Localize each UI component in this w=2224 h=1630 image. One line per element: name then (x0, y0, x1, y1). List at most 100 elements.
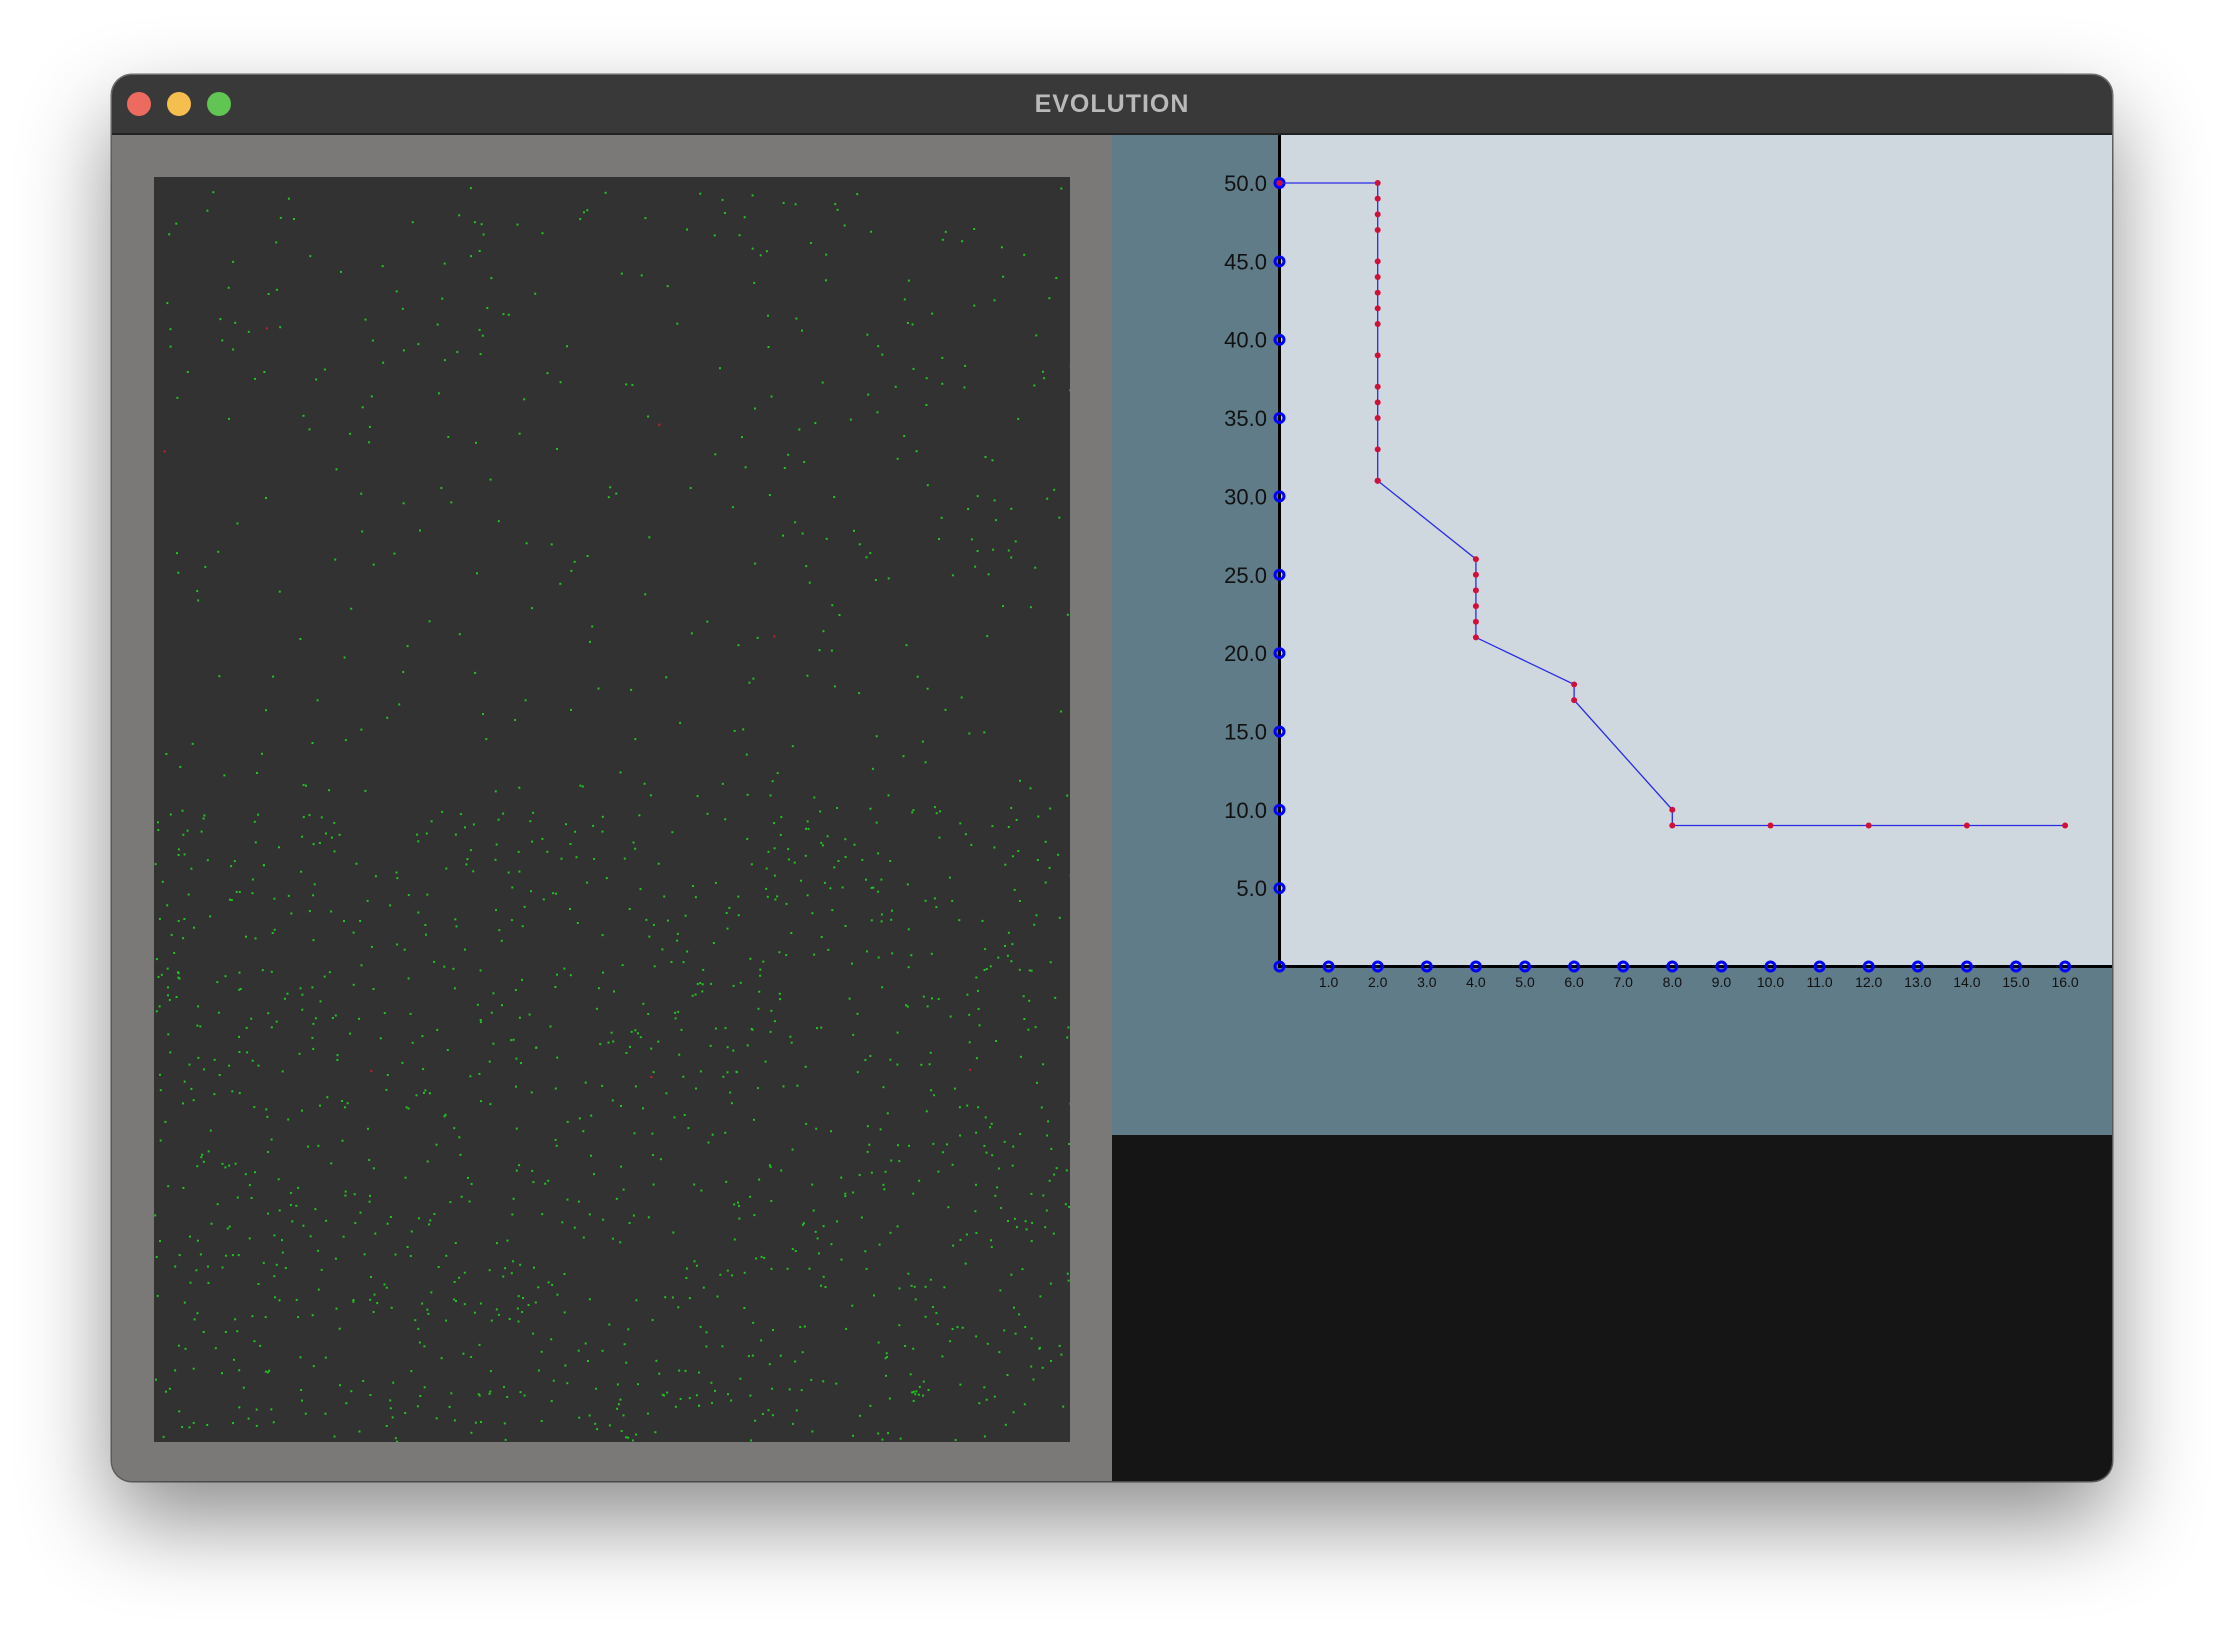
creature-dot (671, 831, 674, 834)
creature-dot (726, 927, 729, 930)
creature-dot (449, 1201, 452, 1204)
creature-dot (225, 1254, 228, 1257)
creature-dot (1024, 1326, 1027, 1328)
creature-dot (1060, 710, 1063, 713)
creature-dot (619, 1241, 622, 1244)
creature-dot (799, 1326, 802, 1329)
creature-dot (360, 492, 363, 495)
creature-dot (904, 1345, 907, 1347)
creature-dot (791, 1248, 794, 1250)
y-tick-label: 30.0 (1224, 484, 1267, 509)
creature-dot (236, 1196, 239, 1199)
creature-dot (696, 795, 699, 798)
creature-dot (234, 321, 237, 324)
creature-dot (722, 1075, 725, 1078)
creature-dot (794, 1360, 797, 1363)
creature-dot (852, 1191, 855, 1194)
creature-dot (186, 829, 189, 832)
data-point (1472, 618, 1479, 625)
y-tick-label: 5.0 (1236, 876, 1267, 901)
creature-dot (463, 1303, 466, 1306)
creature-dot (1018, 900, 1021, 902)
creature-dot (928, 1063, 931, 1066)
creature-dot (366, 899, 369, 902)
creature-dot (922, 995, 925, 998)
creature-dot (731, 1274, 734, 1277)
creature-dot (888, 1397, 891, 1400)
creature-dot (755, 1257, 758, 1260)
creature-dot (964, 364, 967, 367)
creature-dot (537, 1286, 540, 1289)
title-bar: EVOLUTION (112, 75, 2112, 135)
creature-dot (705, 1331, 708, 1334)
creature-dot (372, 988, 375, 990)
creature-dot (376, 1302, 379, 1305)
creature-dot (238, 971, 241, 974)
creature-dot (651, 1132, 654, 1135)
creature-dot (608, 1323, 611, 1326)
data-point (1472, 571, 1479, 578)
creature-dot (1013, 888, 1016, 891)
creature-dot (665, 676, 668, 679)
creature-dot (885, 1352, 888, 1355)
data-point (1767, 822, 1774, 829)
creature-dot (1048, 1179, 1051, 1182)
creature-dot (878, 1243, 881, 1246)
creature-dot (407, 977, 410, 980)
creature-dot (517, 1295, 520, 1298)
creature-dot (725, 912, 728, 914)
creature-dot (897, 1144, 899, 1147)
creature-dot (831, 909, 834, 912)
data-point (1669, 822, 1676, 829)
creature-dot (783, 467, 786, 469)
creature-dot (837, 860, 840, 862)
creature-dot (693, 1260, 696, 1263)
creature-dot (470, 1431, 473, 1434)
creature-dot (910, 1284, 913, 1287)
creature-dot (516, 1307, 519, 1310)
creature-dot (951, 1328, 954, 1330)
x-tick-label: 11.0 (1806, 974, 1832, 990)
creature-dot (338, 833, 341, 836)
creature-dot (1000, 246, 1003, 249)
creature-dot (383, 1012, 386, 1015)
creature-dot (743, 1271, 746, 1274)
creature-dot (403, 948, 406, 951)
creature-dot (648, 536, 651, 539)
creature-dot (492, 992, 495, 995)
creature-dot (445, 1319, 448, 1322)
creature-dot (197, 1056, 200, 1059)
creature-dot (592, 824, 595, 827)
creature-dot (1015, 818, 1018, 821)
creature-dot (1062, 1405, 1065, 1408)
creature-dot (967, 508, 970, 510)
creature-dot (497, 818, 500, 821)
creature-dot (319, 1000, 322, 1003)
creature-dot (836, 1220, 839, 1223)
creature-dot (924, 899, 927, 902)
creature-dot (1002, 275, 1005, 278)
creature-dot (192, 1099, 195, 1102)
creature-dot (674, 1011, 677, 1014)
creature-dot (490, 1319, 493, 1322)
creature-dot (737, 1201, 739, 1204)
creature-dot (295, 1204, 298, 1207)
creature-dot (183, 1080, 186, 1083)
creature-dot (415, 1094, 418, 1097)
creature-dot (941, 238, 944, 241)
x-tick-label: 9.0 (1712, 974, 1732, 990)
creature-dot (410, 1370, 413, 1373)
creature-dot (344, 1190, 347, 1193)
data-point (1669, 806, 1676, 813)
creature-dot (563, 1273, 566, 1275)
creature-dot (1004, 863, 1007, 866)
creature-dot (352, 983, 355, 986)
creature-dot (912, 809, 915, 812)
creature-dot (611, 1099, 614, 1102)
creature-dot (370, 1276, 372, 1278)
creature-dot (813, 796, 816, 799)
creature-dot (686, 228, 688, 231)
creature-dot (181, 1426, 184, 1429)
creature-dot (554, 1138, 557, 1141)
creature-dot (251, 878, 254, 881)
